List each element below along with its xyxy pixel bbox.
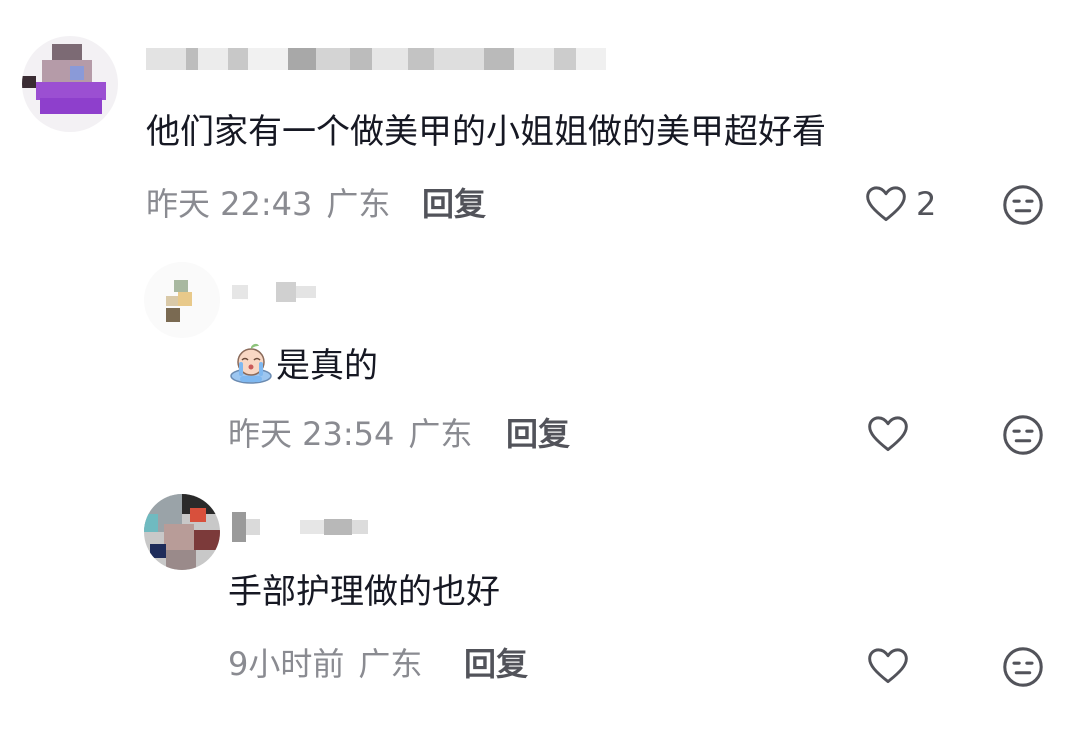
dislike-button[interactable]: [1000, 412, 1046, 462]
reply-button[interactable]: 回复: [464, 644, 528, 684]
comment-meta: 昨天 22:43 广东: [146, 184, 404, 224]
neutral-face-icon: [1003, 647, 1043, 687]
comment-time: 昨天 23:54: [228, 415, 395, 453]
comment-location: 广东: [358, 645, 423, 683]
comment-time: 9小时前: [228, 645, 345, 683]
username[interactable]: [232, 282, 316, 302]
heart-outline-icon: [866, 186, 906, 222]
crying-emoji-icon: [228, 340, 274, 395]
avatar[interactable]: [22, 36, 118, 132]
comment-text: 他们家有一个做美甲的小姐姐做的美甲超好看: [146, 112, 826, 152]
comment-text: 是真的: [228, 340, 378, 395]
comment-meta: 9小时前 广东: [228, 644, 436, 684]
reply-button[interactable]: 回复: [422, 184, 486, 224]
avatar[interactable]: [144, 262, 220, 338]
like-button[interactable]: [866, 644, 910, 688]
comment-text: 手部护理做的也好: [228, 572, 500, 612]
comment-meta: 昨天 23:54 广东: [228, 414, 486, 454]
comment-location: 广东: [326, 185, 391, 223]
neutral-face-icon: [1003, 415, 1043, 455]
heart-outline-icon: [868, 416, 908, 452]
username[interactable]: [232, 512, 368, 542]
reply-button[interactable]: 回复: [506, 414, 570, 454]
comment-location: 广东: [408, 415, 473, 453]
like-button[interactable]: 2: [864, 182, 936, 226]
avatar[interactable]: [144, 494, 220, 570]
neutral-face-icon: [1003, 185, 1043, 225]
dislike-button[interactable]: [1000, 182, 1046, 232]
comment-time: 昨天 22:43: [146, 185, 313, 223]
like-button[interactable]: [866, 412, 910, 456]
like-count: 2: [916, 185, 937, 223]
heart-outline-icon: [868, 648, 908, 684]
comment-body: 是真的: [276, 346, 378, 386]
username[interactable]: [146, 48, 606, 70]
dislike-button[interactable]: [1000, 644, 1046, 694]
